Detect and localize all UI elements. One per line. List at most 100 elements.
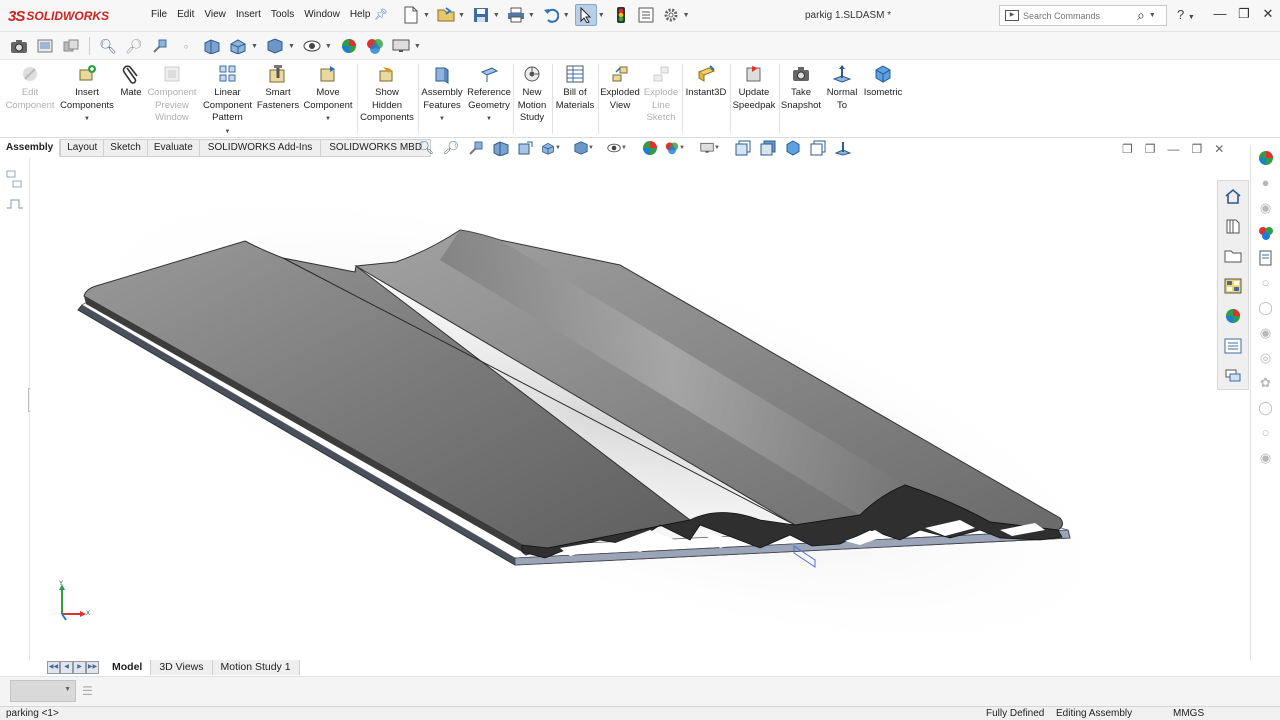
- tile-right-icon[interactable]: ❐: [1145, 142, 1156, 156]
- chevron-down-icon[interactable]: ▼: [420, 113, 464, 126]
- solidworks-logo[interactable]: 3S SOLIDWORKS: [8, 6, 109, 26]
- single-view-icon[interactable]: [808, 138, 828, 158]
- status-units[interactable]: MMGS: [1173, 708, 1204, 719]
- restore-document-icon[interactable]: ❐: [1192, 142, 1203, 156]
- file-explorer-icon[interactable]: [1218, 241, 1248, 271]
- print-icon[interactable]: [505, 4, 527, 26]
- chevron-down-icon[interactable]: ▼: [528, 12, 535, 19]
- normal-to-button[interactable]: Normal To: [822, 64, 862, 112]
- open-folder-icon[interactable]: [435, 4, 457, 26]
- chevron-down-icon[interactable]: ▼: [325, 43, 332, 50]
- edit-component-button[interactable]: Edit Component: [4, 64, 56, 112]
- faded-tool-icon[interactable]: ◯: [1251, 395, 1280, 420]
- feature-tree-icon[interactable]: [6, 170, 22, 191]
- chevron-down-icon[interactable]: ▼: [300, 113, 356, 126]
- previous-view-icon[interactable]: [149, 35, 171, 57]
- menu-window[interactable]: Window: [299, 9, 345, 20]
- isometric-cube-icon[interactable]: [783, 138, 803, 158]
- insert-components-button[interactable]: Insert Components ▼: [58, 64, 116, 126]
- study-type-dropdown[interactable]: ▼: [10, 680, 76, 702]
- edit-document-icon[interactable]: [1251, 245, 1280, 270]
- camera-icon[interactable]: [8, 35, 30, 57]
- zoom-to-fit-icon[interactable]: 🔍︎: [416, 138, 436, 158]
- animation-icon[interactable]: ☰: [82, 684, 93, 698]
- chevron-down-icon[interactable]: ▼: [683, 12, 690, 19]
- help-icon[interactable]: ? ▼: [1177, 7, 1195, 22]
- layers-icon[interactable]: [60, 35, 82, 57]
- view-orientation-icon[interactable]: [227, 35, 249, 57]
- chevron-down-icon[interactable]: ▼: [414, 43, 421, 50]
- chevron-down-icon[interactable]: ▼: [200, 126, 255, 139]
- view-orientation-icon[interactable]: ▼: [541, 138, 561, 158]
- view-palette-icon[interactable]: [1218, 271, 1248, 301]
- display-style-icon[interactable]: [264, 35, 286, 57]
- faded-tool-icon[interactable]: ◯: [1251, 295, 1280, 320]
- dynamic-annotation-icon[interactable]: [516, 138, 536, 158]
- assembly-model-view[interactable]: [30, 158, 1248, 660]
- pin-icon[interactable]: 📌︎: [374, 8, 388, 21]
- chevron-down-icon[interactable]: ▼: [288, 43, 295, 50]
- close-document-icon[interactable]: ✕: [1214, 142, 1224, 156]
- hide-show-items-icon[interactable]: [301, 35, 323, 57]
- front-view-cube-icon[interactable]: [733, 138, 753, 158]
- chevron-down-icon[interactable]: ▼: [493, 12, 500, 19]
- update-speedpak-button[interactable]: Update Speedpak: [731, 64, 777, 112]
- apply-scene-icon[interactable]: ▼: [665, 138, 685, 158]
- menu-edit[interactable]: Edit: [172, 9, 199, 20]
- previous-view-icon[interactable]: [466, 138, 486, 158]
- take-snapshot-button[interactable]: Take Snapshot: [780, 64, 822, 112]
- tab-3d-views[interactable]: 3D Views: [151, 660, 213, 675]
- previous-tab-icon[interactable]: ◀: [60, 661, 73, 674]
- file-properties-icon[interactable]: [635, 4, 657, 26]
- faded-tool-icon[interactable]: ◎: [1251, 345, 1280, 370]
- faded-tool-icon[interactable]: ●: [1251, 170, 1280, 195]
- isometric-button[interactable]: Isometric: [862, 64, 904, 100]
- zoom-to-area-icon[interactable]: 🔎︎: [441, 138, 461, 158]
- close-icon[interactable]: ✕: [1256, 6, 1280, 22]
- view-settings-icon[interactable]: [390, 35, 412, 57]
- rebuild-traffic-light-icon[interactable]: [610, 4, 632, 26]
- restore-icon[interactable]: ❐: [1232, 6, 1256, 22]
- edit-appearance-icon[interactable]: [338, 35, 360, 57]
- property-manager-icon[interactable]: [6, 198, 24, 213]
- faded-tool-icon[interactable]: ◉: [1251, 195, 1280, 220]
- move-component-button[interactable]: Move Component ▼: [300, 64, 356, 126]
- dynamic-annotation-icon[interactable]: [201, 35, 223, 57]
- display-style-icon[interactable]: ▼: [574, 138, 594, 158]
- menu-tools[interactable]: Tools: [266, 9, 299, 20]
- chevron-down-icon[interactable]: ▼: [251, 43, 258, 50]
- search-commands-box[interactable]: ▶ ⌕ ▼: [999, 5, 1167, 26]
- normal-to-icon[interactable]: [833, 138, 853, 158]
- menu-help[interactable]: Help: [345, 9, 376, 20]
- instant3d-button[interactable]: Instant3D: [683, 64, 729, 100]
- menu-view[interactable]: View: [199, 9, 231, 20]
- design-library-icon[interactable]: [1218, 211, 1248, 241]
- chevron-down-icon[interactable]: ▼: [423, 12, 430, 19]
- show-hidden-components-button[interactable]: Show Hidden Components: [358, 64, 416, 125]
- reference-geometry-button[interactable]: Reference Geometry ▼: [465, 64, 513, 126]
- tab-evaluate[interactable]: Evaluate: [147, 139, 200, 157]
- search-input[interactable]: [1023, 10, 1133, 21]
- menu-insert[interactable]: Insert: [231, 9, 266, 20]
- zoom-to-fit-icon[interactable]: 🔍︎: [97, 35, 119, 57]
- explode-line-sketch-button[interactable]: Explode Line Sketch: [641, 64, 681, 125]
- faded-tool-icon[interactable]: ◉: [1251, 320, 1280, 345]
- chevron-down-icon[interactable]: ▼: [58, 113, 116, 126]
- search-icon[interactable]: ⌕: [1137, 7, 1145, 24]
- tab-solidworks-mbd[interactable]: SOLIDWORKS MBD: [321, 139, 432, 157]
- appearances-scenes-icon[interactable]: [1218, 301, 1248, 331]
- section-view-icon[interactable]: ◦: [175, 35, 197, 57]
- new-document-icon[interactable]: [400, 4, 422, 26]
- chevron-down-icon[interactable]: ▼: [64, 686, 71, 693]
- options-gear-icon[interactable]: [660, 4, 682, 26]
- minimize-document-icon[interactable]: —: [1168, 142, 1180, 156]
- mate-button[interactable]: Mate: [116, 64, 146, 100]
- bill-of-materials-button[interactable]: Bill of Materials: [553, 64, 597, 112]
- assembly-features-button[interactable]: Assembly Features ▼: [420, 64, 464, 126]
- undo-icon[interactable]: [540, 4, 562, 26]
- new-motion-study-button[interactable]: New Motion Study: [514, 64, 550, 125]
- section-view-icon[interactable]: [491, 138, 511, 158]
- scene-icon[interactable]: [1251, 220, 1280, 245]
- menu-file[interactable]: File: [146, 9, 172, 20]
- zoom-to-area-icon[interactable]: 🔎︎: [123, 35, 145, 57]
